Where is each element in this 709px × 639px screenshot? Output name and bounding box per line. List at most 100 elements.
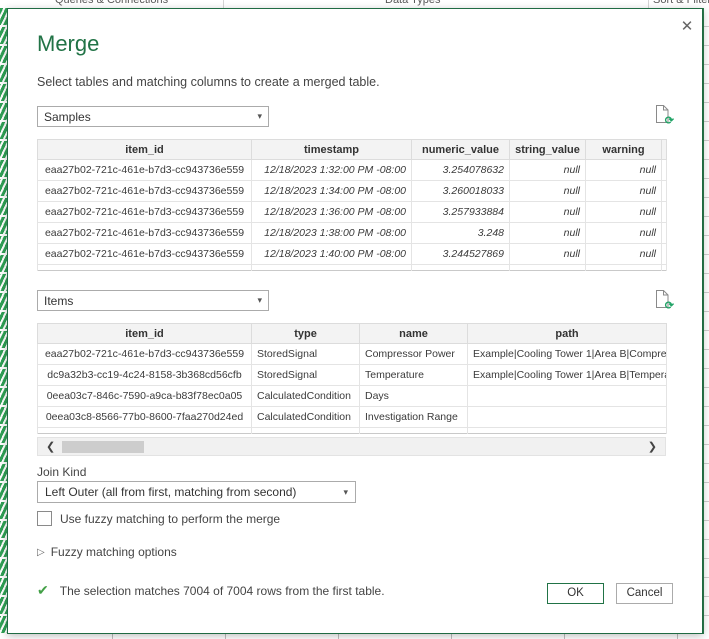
scroll-right-icon[interactable]: ❯	[648, 440, 657, 454]
cell-item-id[interactable]: dc9a32b3-cc19-4c24-8158-3b368cd56cfb	[38, 365, 252, 386]
ribbon-divider	[223, 0, 224, 8]
cell-timestamp[interactable]: 12/18/2023 1:38:00 PM -08:00	[252, 223, 412, 244]
cell-warning[interactable]: null	[586, 223, 662, 244]
cell-numeric-value[interactable]: 3.257933884	[412, 202, 510, 223]
samples-header-row: item_id timestamp numeric_value string_v…	[38, 140, 667, 160]
cell-warning[interactable]: null	[586, 160, 662, 181]
chevron-down-icon: ▾	[257, 295, 262, 306]
join-kind-value: Left Outer (all from first, matching fro…	[45, 485, 296, 499]
samples-preview-table: item_id timestamp numeric_value string_v…	[37, 139, 667, 271]
cell-name[interactable]: Days	[360, 386, 468, 407]
cell-timestamp[interactable]: 12/18/2023 1:34:00 PM -08:00	[252, 181, 412, 202]
cell-type[interactable]: StoredSignal	[252, 344, 360, 365]
cell-warning[interactable]: null	[586, 202, 662, 223]
cell-item-id[interactable]: eaa27b02-721c-461e-b7d3-cc943736e559	[38, 223, 252, 244]
cell-name[interactable]: Compressor Power	[360, 344, 468, 365]
chevron-down-icon: ▾	[257, 111, 262, 122]
cell-item-id[interactable]: 0eea03c8-8566-77b0-8600-7faa270d24ed	[38, 407, 252, 428]
check-icon: ✔	[37, 582, 49, 599]
refresh-preview-icon[interactable]: ⟳	[653, 104, 671, 124]
join-kind-dropdown[interactable]: Left Outer (all from first, matching fro…	[37, 481, 356, 503]
table-row: dc9a32b3-cc19-4c24-8158-3b368cd56cfb Sto…	[38, 365, 667, 386]
samples-col-spacer	[662, 140, 667, 160]
refresh-preview-icon[interactable]: ⟳	[653, 289, 671, 309]
screen: Queries & Connections Data Types Sort & …	[0, 0, 709, 639]
match-status-message: The selection matches 7004 of 7004 rows …	[60, 584, 385, 598]
cell-path[interactable]: Example|Cooling Tower 1|Area B|Temperat	[468, 365, 667, 386]
cell-string-value[interactable]: null	[510, 160, 586, 181]
cell-timestamp[interactable]: 12/18/2023 1:32:00 PM -08:00	[252, 160, 412, 181]
cell-string-value[interactable]: null	[510, 202, 586, 223]
second-table-dropdown[interactable]: Items ▾	[37, 290, 269, 311]
samples-col-numeric-value[interactable]: numeric_value	[412, 140, 510, 160]
cell-name[interactable]: Temperature	[360, 365, 468, 386]
fuzzy-matching-checkbox[interactable]	[37, 511, 52, 526]
cell-path[interactable]	[468, 386, 667, 407]
first-table-dropdown[interactable]: Samples ▾	[37, 106, 269, 127]
scrollbar-thumb[interactable]	[62, 441, 144, 453]
cell-string-value[interactable]: null	[510, 223, 586, 244]
table-row: eaa27b02-721c-461e-b7d3-cc943736e559 Sto…	[38, 344, 667, 365]
cell-numeric-value[interactable]: 3.248	[412, 223, 510, 244]
table-row: 0eea03c8-8566-77b0-8600-7faa270d24ed Cal…	[38, 407, 667, 428]
join-kind-label: Join Kind	[37, 465, 86, 479]
worksheet-bottom-edge	[0, 634, 709, 639]
fuzzy-matching-label: Use fuzzy matching to perform the merge	[60, 512, 280, 526]
ribbon-group-queries-connections: Queries & Connections	[55, 0, 168, 6]
cell-path[interactable]: Example|Cooling Tower 1|Area B|Compress	[468, 344, 667, 365]
table-row: eaa27b02-721c-461e-b7d3-cc943736e559 12/…	[38, 202, 667, 223]
cell-type[interactable]: CalculatedCondition	[252, 407, 360, 428]
worksheet-right-edge	[703, 8, 709, 634]
cell-item-id[interactable]: eaa27b02-721c-461e-b7d3-cc943736e559	[38, 244, 252, 265]
cell-string-value[interactable]: null	[510, 181, 586, 202]
table-row: eaa27b02-721c-461e-b7d3-cc943736e559 12/…	[38, 223, 667, 244]
table-filler-row	[38, 265, 667, 271]
cancel-button[interactable]: Cancel	[616, 583, 673, 604]
cell-string-value[interactable]: null	[510, 244, 586, 265]
cell-type[interactable]: StoredSignal	[252, 365, 360, 386]
cell-type[interactable]: CalculatedCondition	[252, 386, 360, 407]
items-horizontal-scrollbar[interactable]: ❮ ❯	[37, 437, 666, 456]
cell-warning[interactable]: null	[586, 181, 662, 202]
ribbon-group-sort-filter: Sort & Filter	[653, 0, 709, 6]
samples-col-warning[interactable]: warning	[586, 140, 662, 160]
ribbon-divider	[648, 0, 649, 8]
cell-path[interactable]	[468, 407, 667, 428]
excel-ribbon-strip: Queries & Connections Data Types Sort & …	[0, 0, 709, 8]
items-preview-table: item_id type name path eaa27b02-721c-461…	[37, 323, 667, 434]
cell-name[interactable]: Investigation Range	[360, 407, 468, 428]
worksheet-left-edge	[0, 8, 7, 634]
table-row: eaa27b02-721c-461e-b7d3-cc943736e559 12/…	[38, 160, 667, 181]
items-col-type[interactable]: type	[252, 324, 360, 344]
cell-numeric-value[interactable]: 3.244527869	[412, 244, 510, 265]
samples-col-string-value[interactable]: string_value	[510, 140, 586, 160]
items-col-path[interactable]: path	[468, 324, 667, 344]
dialog-title: Merge	[37, 31, 99, 57]
table-row: 0eea03c7-846c-7590-a9ca-b83f78ec0a05 Cal…	[38, 386, 667, 407]
fuzzy-options-expander[interactable]: ▷ Fuzzy matching options	[37, 545, 177, 559]
close-icon[interactable]: ✕	[678, 18, 696, 36]
ribbon-group-data-types: Data Types	[385, 0, 440, 6]
table-row: eaa27b02-721c-461e-b7d3-cc943736e559 12/…	[38, 244, 667, 265]
items-header-row: item_id type name path	[38, 324, 667, 344]
cell-item-id[interactable]: eaa27b02-721c-461e-b7d3-cc943736e559	[38, 160, 252, 181]
items-col-item-id[interactable]: item_id	[38, 324, 252, 344]
cell-item-id[interactable]: eaa27b02-721c-461e-b7d3-cc943736e559	[38, 181, 252, 202]
samples-col-item-id[interactable]: item_id	[38, 140, 252, 160]
cell-numeric-value[interactable]: 3.254078632	[412, 160, 510, 181]
cell-item-id[interactable]: eaa27b02-721c-461e-b7d3-cc943736e559	[38, 202, 252, 223]
cell-numeric-value[interactable]: 3.260018033	[412, 181, 510, 202]
refresh-arrow-icon: ⟳	[665, 114, 674, 127]
cell-item-id[interactable]: 0eea03c7-846c-7590-a9ca-b83f78ec0a05	[38, 386, 252, 407]
second-table-dropdown-value: Items	[44, 294, 73, 308]
fuzzy-matching-row: Use fuzzy matching to perform the merge	[37, 511, 280, 526]
cell-warning[interactable]: null	[586, 244, 662, 265]
samples-col-timestamp[interactable]: timestamp	[252, 140, 412, 160]
dialog-subtitle: Select tables and matching columns to cr…	[37, 75, 380, 89]
cell-item-id[interactable]: eaa27b02-721c-461e-b7d3-cc943736e559	[38, 344, 252, 365]
cell-timestamp[interactable]: 12/18/2023 1:40:00 PM -08:00	[252, 244, 412, 265]
cell-timestamp[interactable]: 12/18/2023 1:36:00 PM -08:00	[252, 202, 412, 223]
items-col-name[interactable]: name	[360, 324, 468, 344]
ok-button[interactable]: OK	[547, 583, 604, 604]
scroll-left-icon[interactable]: ❮	[46, 440, 55, 454]
